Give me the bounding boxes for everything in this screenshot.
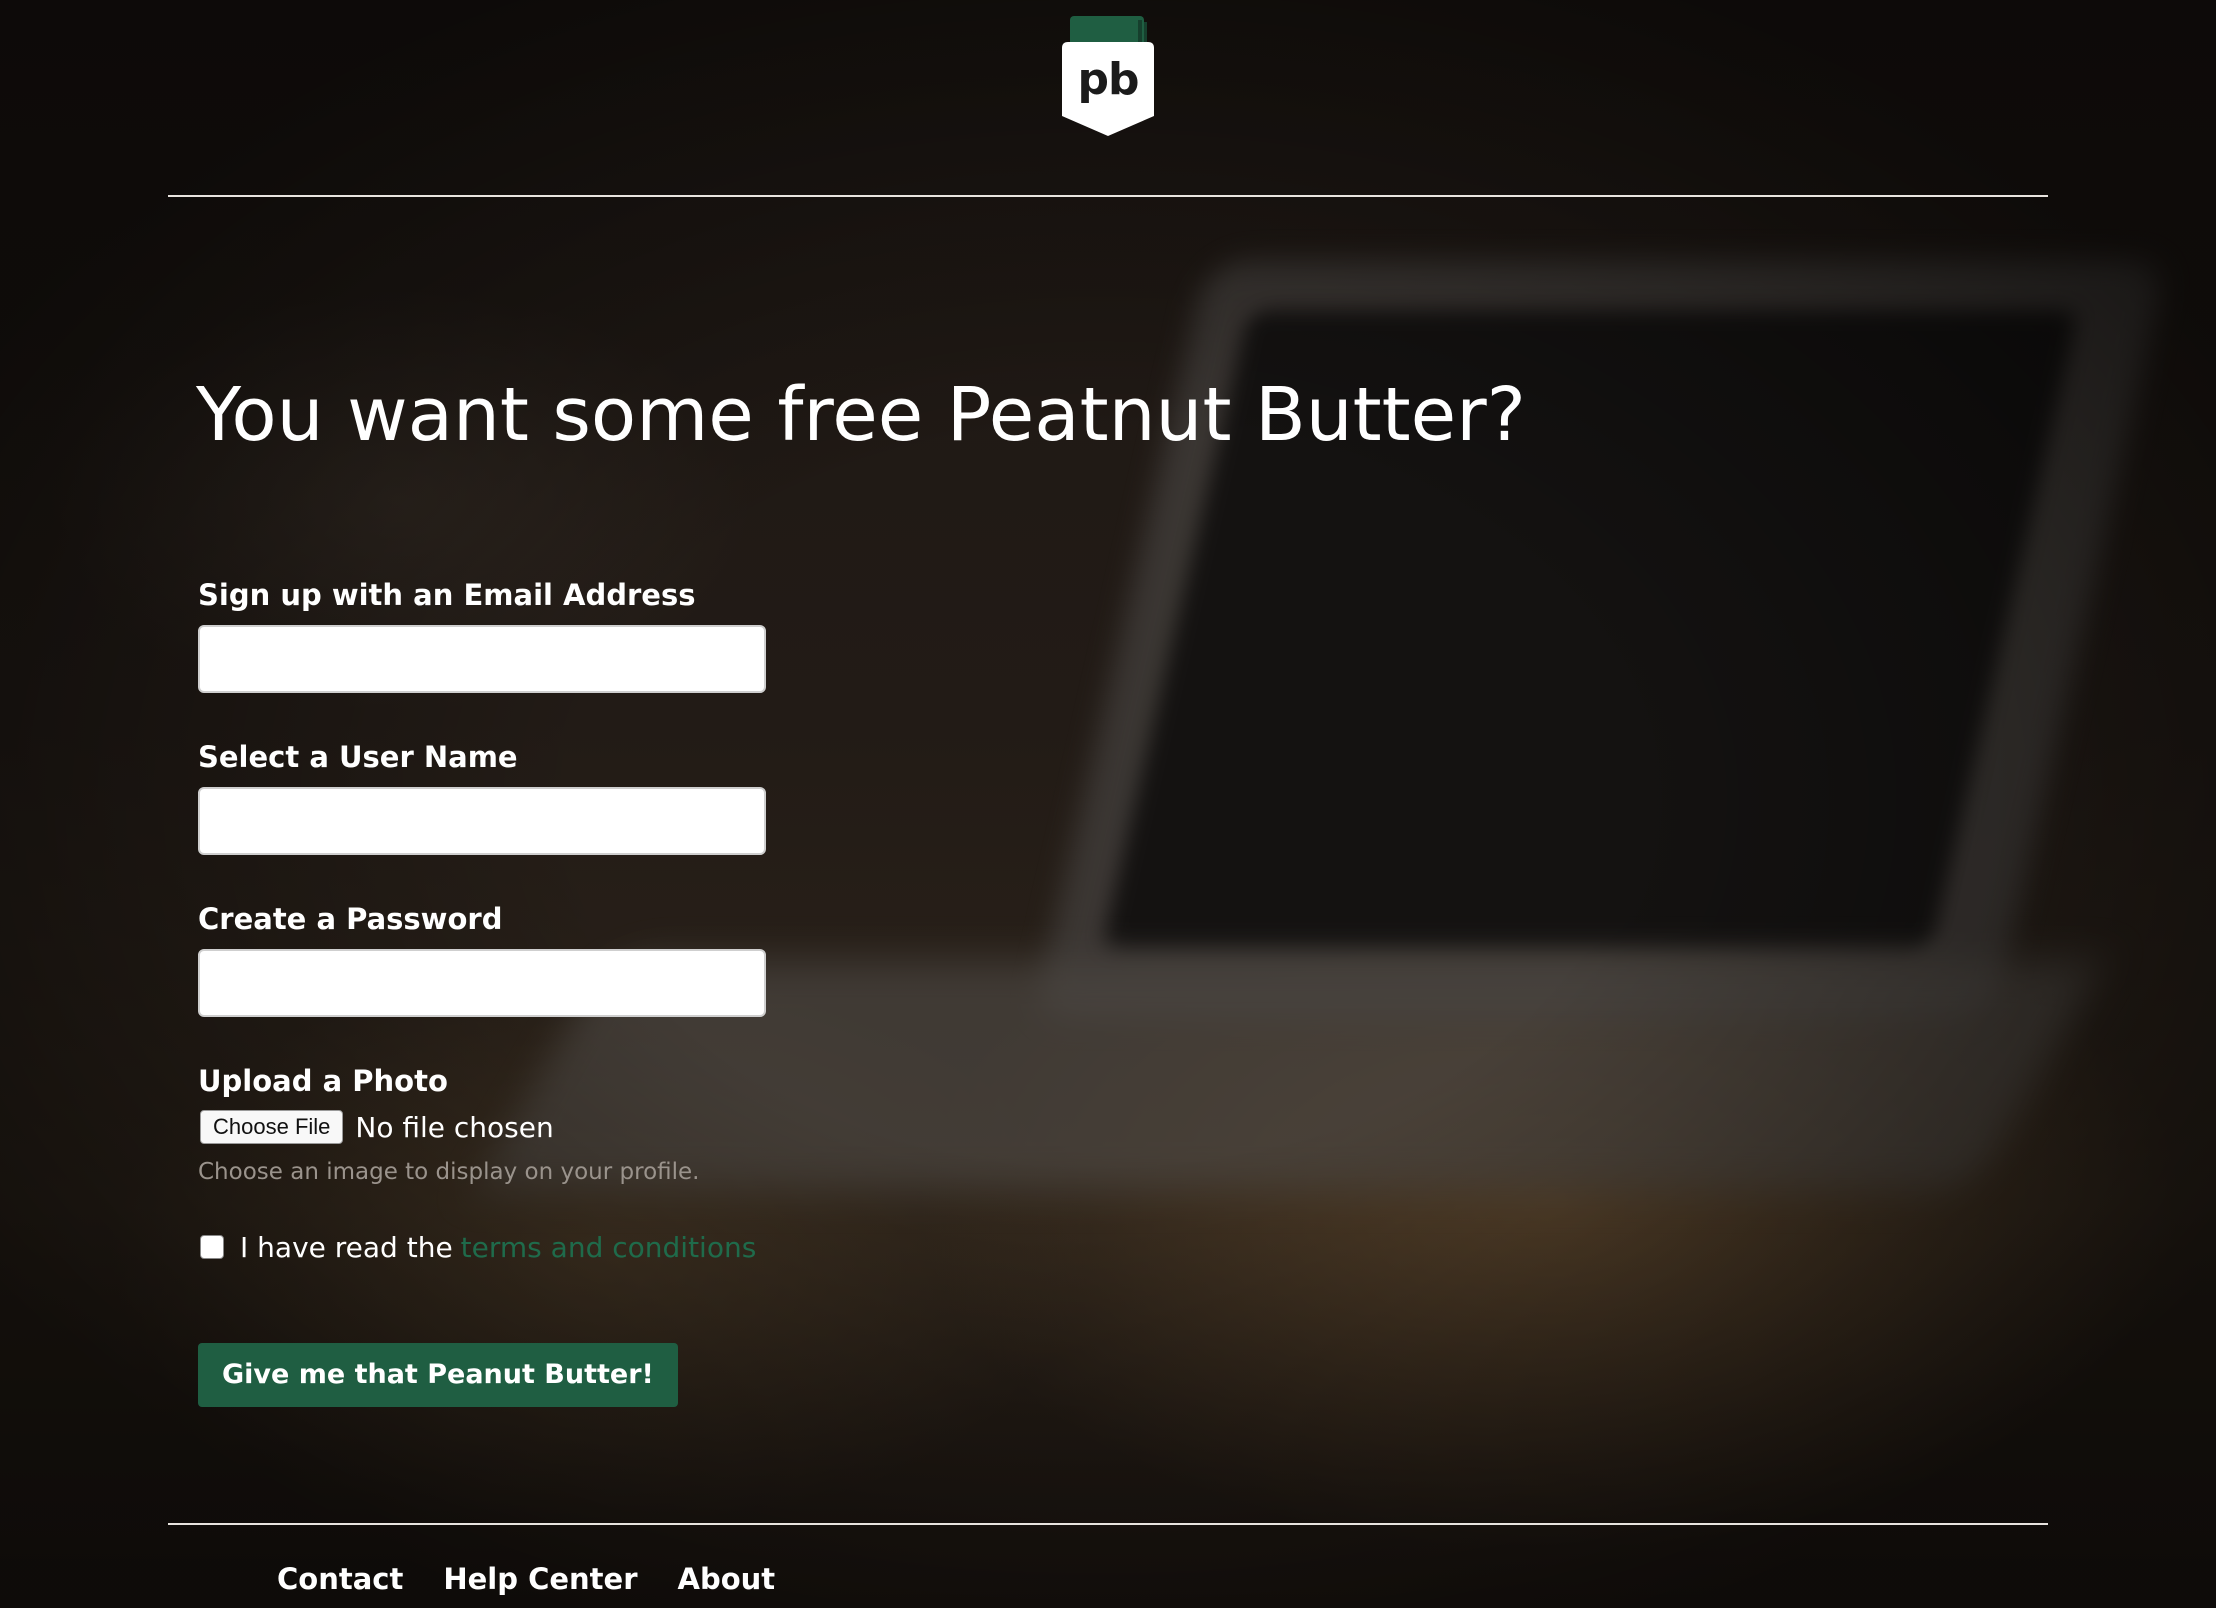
footer-nav: Contact Help Center About [277,1562,775,1596]
email-field[interactable] [198,625,766,693]
header-divider [168,195,2048,197]
footer-link-help-center[interactable]: Help Center [443,1562,637,1596]
terms-link[interactable]: terms and conditions [461,1231,757,1264]
brand-logo[interactable]: pb [1058,16,1158,138]
footer-link-contact[interactable]: Contact [277,1562,403,1596]
file-status: No file chosen [355,1110,554,1144]
page-content: pb You want some free Peatnut Butter? Si… [0,0,2216,1608]
terms-checkbox[interactable] [200,1235,224,1259]
username-label: Select a User Name [198,740,518,774]
submit-button[interactable]: Give me that Peanut Butter! [198,1343,678,1407]
page-title: You want some free Peatnut Butter? [196,372,1526,458]
footer-divider [168,1523,2048,1525]
email-label: Sign up with an Email Address [198,578,696,612]
terms-text: I have read the [240,1230,453,1264]
signup-form: Sign up with an Email Address Select a U… [198,575,798,1407]
username-field[interactable] [198,787,766,855]
password-field[interactable] [198,949,766,1017]
choose-file-button[interactable]: Choose File [200,1110,344,1144]
terms-row: I have read the terms and conditions [198,1227,798,1267]
photo-label: Upload a Photo [198,1064,448,1098]
logo-text: pb [1077,54,1140,105]
password-label: Create a Password [198,902,503,936]
photo-help-text: Choose an image to display on your profi… [198,1159,700,1185]
footer-link-about[interactable]: About [678,1562,776,1596]
photo-upload: Choose File No file chosen [198,1107,798,1147]
